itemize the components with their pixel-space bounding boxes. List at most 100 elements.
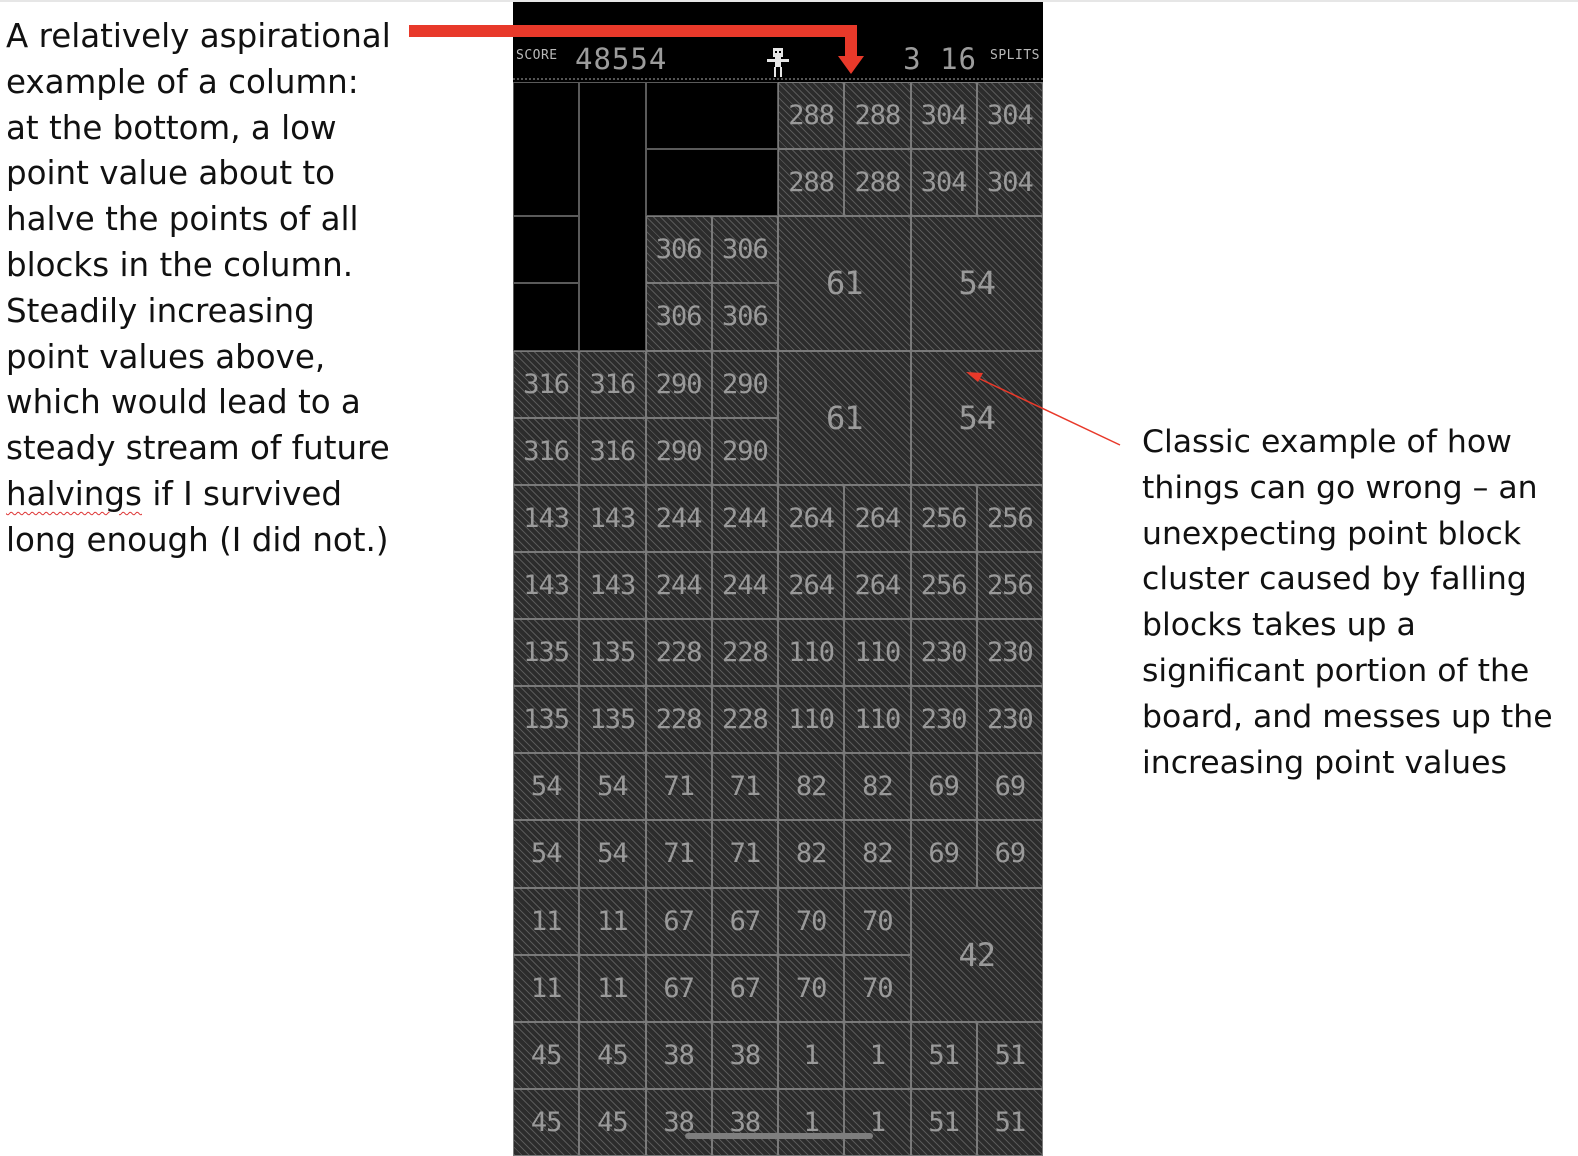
point-block: 135 <box>513 619 580 687</box>
game-board: 288 288 304 304 288 288 304 304 306 306 306 306 61 54… <box>513 82 1043 1156</box>
point-block: 256 <box>910 551 977 619</box>
point-block: 51 <box>976 1088 1043 1156</box>
point-block: 11 <box>513 954 580 1022</box>
point-block: 290 <box>711 350 778 418</box>
point-block: 306 <box>711 283 778 351</box>
point-block: 244 <box>645 484 712 552</box>
point-block: 70 <box>844 887 911 955</box>
point-block: 45 <box>513 1021 580 1089</box>
point-block: 228 <box>645 619 712 687</box>
point-block: 110 <box>844 619 911 687</box>
point-block: 69 <box>910 820 977 888</box>
point-block: 69 <box>976 820 1043 888</box>
point-block: 264 <box>778 551 845 619</box>
point-block: 54 <box>910 350 1043 485</box>
point-block: 1 <box>844 1088 911 1156</box>
point-block: 54 <box>579 820 646 888</box>
point-block: 70 <box>778 887 845 955</box>
point-block: 304 <box>910 149 977 217</box>
point-block: 143 <box>513 484 580 552</box>
empty-cell <box>513 216 580 284</box>
point-block: 38 <box>645 1021 712 1089</box>
splits-value: 3 16 <box>903 42 977 76</box>
point-block: 264 <box>778 484 845 552</box>
point-block: 135 <box>513 686 580 754</box>
point-block: 256 <box>976 484 1043 552</box>
point-block: 70 <box>778 954 845 1022</box>
point-block: 244 <box>711 551 778 619</box>
point-block: 38 <box>711 1088 778 1156</box>
empty-cell <box>645 82 778 150</box>
point-block: 230 <box>976 619 1043 687</box>
point-block: 306 <box>645 216 712 284</box>
point-block: 71 <box>711 753 778 821</box>
point-block: 67 <box>645 887 712 955</box>
point-block: 54 <box>579 753 646 821</box>
point-block: 230 <box>976 686 1043 754</box>
point-block: 54 <box>513 820 580 888</box>
point-block: 67 <box>711 954 778 1022</box>
point-block: 71 <box>711 820 778 888</box>
point-block: 1 <box>844 1021 911 1089</box>
point-block: 82 <box>778 820 845 888</box>
point-block: 244 <box>711 484 778 552</box>
point-block: 67 <box>711 887 778 955</box>
point-block: 228 <box>645 686 712 754</box>
right-annotation-text: Classic example of how things can go wro… <box>1142 424 1553 781</box>
player-character-icon <box>767 48 789 77</box>
point-block: 256 <box>910 484 977 552</box>
point-block: 288 <box>778 149 845 217</box>
point-block: 1 <box>778 1088 845 1156</box>
point-block: 71 <box>645 753 712 821</box>
point-block: 304 <box>976 82 1043 150</box>
point-block: 42 <box>910 887 1043 1022</box>
point-block: 304 <box>976 149 1043 217</box>
game-hud: SCORE 48554 3 16 SPLITS <box>513 2 1043 80</box>
point-block: 230 <box>910 619 977 687</box>
point-block: 290 <box>645 417 712 485</box>
point-block: 288 <box>844 82 911 150</box>
point-block: 45 <box>579 1088 646 1156</box>
point-block: 135 <box>579 619 646 687</box>
point-block: 38 <box>711 1021 778 1089</box>
point-block: 290 <box>711 417 778 485</box>
point-block: 143 <box>513 551 580 619</box>
point-block: 228 <box>711 686 778 754</box>
point-block: 290 <box>645 350 712 418</box>
point-block: 51 <box>976 1021 1043 1089</box>
empty-cell <box>513 82 580 217</box>
point-block: 110 <box>778 686 845 754</box>
point-block: 143 <box>579 551 646 619</box>
right-annotation: Classic example of how things can go wro… <box>1142 420 1562 786</box>
point-block: 11 <box>579 954 646 1022</box>
score-value: 48554 <box>575 42 668 76</box>
point-block: 110 <box>844 686 911 754</box>
point-block: 54 <box>910 216 1043 351</box>
point-block: 69 <box>910 753 977 821</box>
splits-label: SPLITS <box>990 48 1040 63</box>
point-block: 51 <box>910 1088 977 1156</box>
point-block: 228 <box>711 619 778 687</box>
left-annotation: A relatively aspirational example of a c… <box>6 14 401 564</box>
point-block: 316 <box>513 417 580 485</box>
point-block: 82 <box>778 753 845 821</box>
empty-cell <box>579 82 646 351</box>
left-annotation-text: A relatively aspirational example of a c… <box>6 17 391 468</box>
point-block: 70 <box>844 954 911 1022</box>
point-block: 135 <box>579 686 646 754</box>
score-label: SCORE <box>516 48 558 63</box>
point-block: 304 <box>910 82 977 150</box>
point-block: 71 <box>645 820 712 888</box>
point-block: 1 <box>778 1021 845 1089</box>
point-block: 82 <box>844 753 911 821</box>
point-block: 256 <box>976 551 1043 619</box>
point-block: 45 <box>579 1021 646 1089</box>
point-block: 306 <box>645 283 712 351</box>
point-block: 11 <box>579 887 646 955</box>
home-indicator[interactable] <box>685 1133 873 1139</box>
point-block: 264 <box>844 484 911 552</box>
point-block: 110 <box>778 619 845 687</box>
point-block: 264 <box>844 551 911 619</box>
point-block: 316 <box>513 350 580 418</box>
point-block: 61 <box>778 216 911 351</box>
